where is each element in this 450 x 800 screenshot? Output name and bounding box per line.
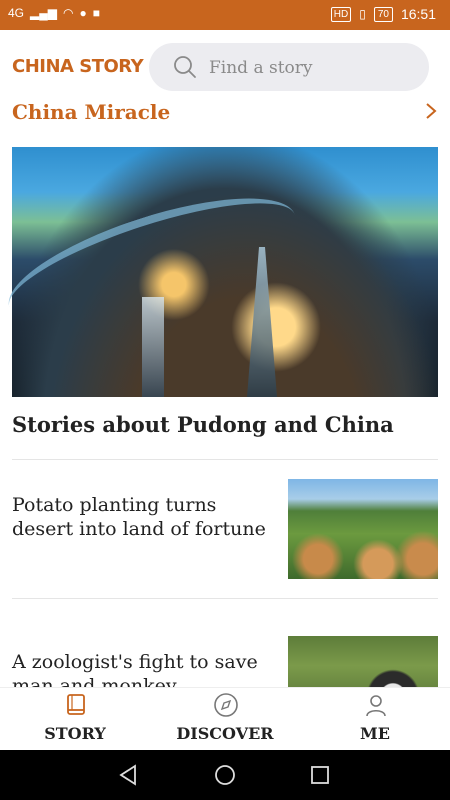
signal-icon: ▂▄▆ xyxy=(30,6,57,20)
recents-icon[interactable] xyxy=(307,762,333,788)
clock: 16:51 xyxy=(400,6,436,22)
search-bar[interactable] xyxy=(149,43,429,91)
hero-image-tower xyxy=(247,247,277,397)
section-title[interactable]: China Miracle xyxy=(12,102,170,124)
story-thumbnail[interactable] xyxy=(288,479,438,579)
notification-icon: ● xyxy=(79,6,87,20)
back-icon[interactable] xyxy=(115,762,141,788)
hero-image-building xyxy=(142,297,164,397)
tab-me[interactable]: ME xyxy=(315,688,435,751)
person-icon xyxy=(366,695,386,717)
divider xyxy=(12,598,438,599)
bottom-tab-bar: STORY DISCOVER ME xyxy=(0,687,450,751)
system-nav-bar xyxy=(0,750,450,800)
wifi-icon: ◠ xyxy=(62,6,74,20)
hero-image[interactable] xyxy=(0,147,438,397)
chevron-right-icon[interactable] xyxy=(424,102,438,120)
story-thumbnail[interactable] xyxy=(288,636,438,687)
tab-label: STORY xyxy=(44,724,106,743)
tab-label: ME xyxy=(360,724,390,743)
feed[interactable]: China Miracle Stories about Pudong and C… xyxy=(0,102,450,687)
tab-discover[interactable]: DISCOVER xyxy=(165,688,285,751)
vibrate-icon: ▯ xyxy=(359,7,366,21)
tab-story[interactable]: STORY xyxy=(15,688,135,751)
hero-caption[interactable]: Stories about Pudong and China xyxy=(12,412,394,437)
book-icon xyxy=(67,694,85,715)
status-bar: 4G ▂▄▆ ◠ ● ■ HD ▯ 70 16:51 xyxy=(0,0,450,30)
search-icon xyxy=(174,56,196,78)
story-item[interactable]: Potato planting turns desert into land o… xyxy=(12,479,438,579)
story-title[interactable]: Potato planting turns desert into land o… xyxy=(12,493,267,541)
divider xyxy=(12,459,438,460)
search-input[interactable] xyxy=(207,53,411,83)
app-notification-icon: ■ xyxy=(92,6,100,20)
app-logo[interactable]: CHINA STORY xyxy=(12,56,144,77)
compass-icon xyxy=(214,693,238,717)
tab-label: DISCOVER xyxy=(176,724,274,743)
app-header: CHINA STORY xyxy=(0,30,450,102)
home-icon[interactable] xyxy=(212,762,238,788)
battery-indicator: 70 xyxy=(373,6,393,22)
story-title[interactable]: A zoologist's fight to save man and monk… xyxy=(12,650,267,687)
story-item[interactable]: A zoologist's fight to save man and monk… xyxy=(12,636,438,687)
hd-badge: HD xyxy=(330,6,352,22)
network-type: 4G xyxy=(8,6,25,20)
